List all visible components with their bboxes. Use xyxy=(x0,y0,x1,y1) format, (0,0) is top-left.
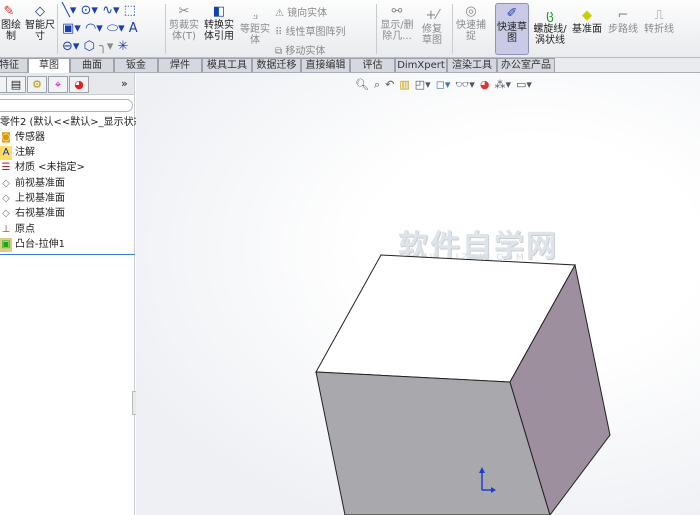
property-icon: ▤ xyxy=(10,78,22,91)
sketch-button[interactable]: ✎ 图绘制 xyxy=(0,4,22,42)
offset-button[interactable]: ⟓ 等距实体 xyxy=(238,8,272,46)
trim-button[interactable]: ✂ 剪裁实体(T) xyxy=(168,4,200,42)
arc-icon[interactable]: ◠▾ xyxy=(85,21,103,36)
plane-icon: ◇ xyxy=(2,208,10,219)
tab-mold-tools[interactable]: 模具工具 xyxy=(202,58,252,72)
tab-weldments[interactable]: 焊件 xyxy=(158,58,202,72)
tab-features[interactable]: 特征 xyxy=(0,58,28,72)
helix-icon: ც xyxy=(546,8,554,23)
rapid-sketch-button[interactable]: ✐ 快速草图 xyxy=(495,3,529,55)
extrude-icon: ▣ xyxy=(0,238,12,252)
display-icon: ◕ xyxy=(74,78,84,91)
ellipse-icon[interactable]: ⬭▾ xyxy=(107,21,125,36)
mirror-button[interactable]: ⚠ 镜向实体 xyxy=(275,4,346,23)
tab-office-products[interactable]: 办公室产品 xyxy=(497,58,555,72)
tab-direct-editing[interactable]: 直接编辑 xyxy=(301,58,350,72)
tree-item-annotations[interactable]: A 注解 xyxy=(0,146,35,160)
configuration-manager-tab[interactable]: ⚙ xyxy=(27,76,47,93)
quick-snaps-button[interactable]: ◎ 快速捕捉 xyxy=(456,4,486,42)
tab-sketch[interactable]: 草图 xyxy=(28,58,70,73)
jog-line-button[interactable]: ⎍ 转折线 xyxy=(642,8,676,35)
helix-button[interactable]: ც 螺旋线/涡状线 xyxy=(532,8,568,46)
rectangle-icon[interactable]: ▣▾ xyxy=(62,21,81,36)
command-tabs: 特征 草图 曲面 钣金 焊件 模具工具 数据迁移 直接编辑 评估 DimXper… xyxy=(0,58,700,73)
origin-icon: ⊥ xyxy=(1,224,11,235)
circle-icon[interactable]: ⊙▾ xyxy=(81,3,98,18)
convert-entities-button[interactable]: ◧ 转换实体引用 xyxy=(202,4,236,42)
sketch-icon: ✎ xyxy=(3,4,15,19)
display-manager-tab[interactable]: ◕ xyxy=(69,76,89,93)
pattern-icon: ⠿ xyxy=(275,27,286,38)
rollback-bar[interactable] xyxy=(0,254,135,255)
graphics-area[interactable]: 🔍︎ ⌕ ↶ ▥ ◰▾ ◻▾ 👓︎▾ ◕ ⁂▾ ▭▾ 软件自学网 WWW.RJZ… xyxy=(136,73,700,515)
mirror-icon: ⚠ xyxy=(275,8,288,19)
crosshair-icon: ⌖ xyxy=(54,78,62,91)
linear-pattern-button[interactable]: ⠿ 线性草图阵列 xyxy=(275,23,346,42)
tree-item-material[interactable]: ☰ 材质 <未指定> xyxy=(0,161,85,175)
route-icon: ⌐ xyxy=(617,8,629,23)
tab-evaluate[interactable]: 评估 xyxy=(350,58,395,72)
tab-data-migration[interactable]: 数据迁移 xyxy=(252,58,301,72)
polygon-icon[interactable]: ⬡ xyxy=(84,39,95,54)
command-manager-toolbar: ✎ 图绘制 ◇ 智能尺寸 ╲▾ ⊙▾ ∿▾ ⬚ ▣▾ ◠▾ ⬭▾ A ⊖▾ ⬡ ╮▾… xyxy=(0,0,700,58)
configuration-icon: ⚙ xyxy=(32,78,42,91)
construction-icon[interactable]: ⬚ xyxy=(124,3,136,18)
rapid-sketch-icon: ✐ xyxy=(506,6,518,21)
tab-surfaces[interactable]: 曲面 xyxy=(70,58,114,72)
plane-button[interactable]: ◆ 基准面 xyxy=(570,8,604,35)
property-manager-tab[interactable]: ▤ xyxy=(6,76,26,93)
feature-manager-panel: ▤ ⚙ ⌖ ◕ » 零件2 (默认<<默认>_显示状态 ◙ 传感器 A 注解 ☰ 材质… xyxy=(0,73,144,515)
expand-icon[interactable]: » xyxy=(121,77,128,90)
show-delete-relations-button[interactable]: ⚯ 显示/删除几... xyxy=(380,4,414,42)
repair-icon: +⁄ xyxy=(425,8,439,23)
tree-item-origin[interactable]: ⊥ 原点 xyxy=(0,223,35,237)
relations-icon: ⚯ xyxy=(391,4,403,19)
line-icon[interactable]: ╲▾ xyxy=(62,3,76,18)
plane-icon: ◇ xyxy=(2,193,10,204)
tree-item-front-plane[interactable]: ◇ 前视基准面 xyxy=(0,177,65,191)
repair-sketch-button[interactable]: +⁄ 修复草图 xyxy=(418,8,446,46)
plane-icon: ◇ xyxy=(2,178,10,189)
dimxpert-manager-tab[interactable]: ⌖ xyxy=(48,76,68,93)
tree-item-top-plane[interactable]: ◇ 上视基准面 xyxy=(0,192,65,206)
tree-root-part[interactable]: 零件2 (默认<<默认>_显示状态 xyxy=(0,116,144,130)
tab-render-tools[interactable]: 渲染工具 xyxy=(447,58,497,72)
offset-icon: ⟓ xyxy=(251,8,259,23)
move-icon: ⧉ xyxy=(275,46,286,57)
sensor-icon: ◙ xyxy=(1,132,11,143)
panel-tabs: ▤ ⚙ ⌖ ◕ » xyxy=(0,73,134,95)
material-icon: ☰ xyxy=(1,162,11,173)
tab-sheet-metal[interactable]: 钣金 xyxy=(114,58,158,72)
convert-icon: ◧ xyxy=(212,4,226,19)
slot-icon[interactable]: ⊖▾ xyxy=(62,39,79,54)
tree-item-right-plane[interactable]: ◇ 右视基准面 xyxy=(0,207,65,221)
mirror-pattern-group: ⚠ 镜向实体 ⠿ 线性草图阵列 ⧉ 移动实体 xyxy=(275,4,346,61)
smart-dimension-icon: ◇ xyxy=(35,4,45,19)
route-line-button[interactable]: ⌐ 步路线 xyxy=(606,8,640,35)
text-icon[interactable]: A xyxy=(129,21,138,36)
annotation-icon: A xyxy=(0,146,12,160)
fillet-icon[interactable]: ╮▾ xyxy=(99,39,113,54)
spline-icon[interactable]: ∿▾ xyxy=(102,3,119,18)
model-view xyxy=(315,254,611,515)
tree-filter-input[interactable] xyxy=(0,99,133,112)
sketch-tools-grid: ╲▾ ⊙▾ ∿▾ ⬚ ▣▾ ◠▾ ⬭▾ A ⊖▾ ⬡ ╮▾ ✳ xyxy=(62,2,162,56)
tab-dimxpert[interactable]: DimXpert xyxy=(395,58,447,72)
tree-item-sensors[interactable]: ◙ 传感器 xyxy=(0,131,45,145)
point-icon[interactable]: ✳ xyxy=(118,39,129,54)
tree-item-boss-extrude[interactable]: ▣ 凸台-拉伸1 xyxy=(0,238,65,252)
plane-icon: ◆ xyxy=(582,8,592,23)
smart-dimension-button[interactable]: ◇ 智能尺寸 xyxy=(25,4,55,42)
trim-icon: ✂ xyxy=(178,4,190,19)
jog-icon: ⎍ xyxy=(654,8,664,23)
snap-icon: ◎ xyxy=(465,4,477,19)
